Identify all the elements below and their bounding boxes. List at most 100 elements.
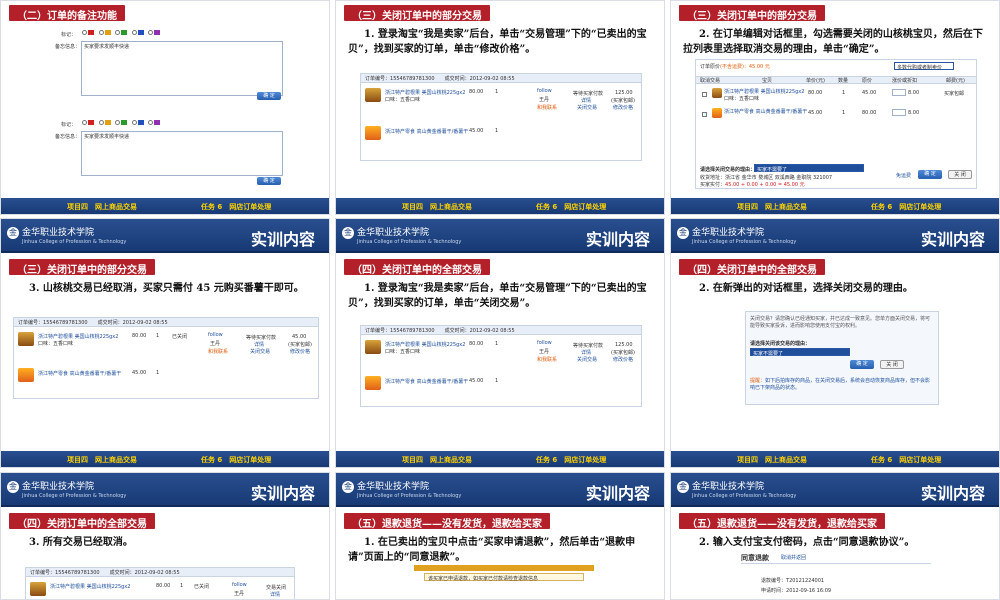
slide-header: 金金华职业技术学院 Jinhua College of Profession & … (671, 473, 999, 507)
item-qty-2: 1 (842, 110, 846, 116)
edit-price-link[interactable]: 修改价格 (613, 356, 633, 363)
step-text: 1. 登录淘宝“我是卖家”后台，单击“交易管理”下的“已卖出的宝贝”，找到买家的… (348, 29, 647, 55)
product-image-2 (18, 368, 34, 382)
close-button[interactable]: 关 闭 (880, 360, 904, 369)
close-trade-link[interactable]: 关闭交易 (250, 348, 270, 355)
step-text: 3. 所有交易已经取消。 (29, 537, 133, 548)
item-total: 45.00 (862, 90, 877, 96)
item-sub: 口味：五香口味 (385, 97, 421, 103)
reason-label: 请选择关闭该交易的理由： (750, 341, 811, 347)
header-title: 实训内容 (585, 484, 650, 503)
section-title: （二）订单的备注功能 (9, 5, 125, 22)
ok-button[interactable]: 确 定 (918, 170, 942, 179)
order-status: 等待买家付款 (573, 343, 604, 349)
slide-footer: 项目四 网上商品交易 任务 6 网店订单处理 (671, 451, 999, 467)
seller-follow[interactable]: follow (537, 88, 552, 94)
item-price-2: 45.00 (469, 378, 484, 384)
close-button[interactable]: 关 闭 (948, 170, 972, 179)
order-total: 45.00 (292, 334, 307, 340)
hint-text: 提醒：如下后拍库存的商品，在关闭交易后，系统会自动恢复商品库存，但不会影响已下架… (750, 378, 931, 391)
cancel-checkbox[interactable] (702, 92, 707, 97)
product-image-2 (365, 376, 381, 390)
cancel-checkbox-checked[interactable] (702, 112, 707, 117)
reason-select[interactable]: 买家不需要了 (754, 164, 864, 173)
college-logo: 金金华职业技术学院 Jinhua College of Profession & … (677, 481, 797, 499)
save-button[interactable]: 确 定 (257, 92, 281, 100)
order-header: 订单编号：15546789781300 成交时间：2012-09-02 08:5… (14, 318, 318, 327)
step-text: 2. 在新弹出的对话框里，选择关闭交易的理由。 (699, 283, 913, 294)
item-name-2[interactable]: 浙江特产零食 高山黄金番薯干/番薯干 (385, 128, 468, 135)
item-name[interactable]: 浙江特产碧根果 美国山核桃225gx2 (50, 583, 130, 590)
table-header: 取消交易 宝贝 单价(元) 数量 原价 涨价或折扣 邮费(元) (696, 76, 976, 84)
college-logo: 金金华职业技术学院 Jinhua College of Profession & … (7, 481, 127, 499)
header-title: 实训内容 (920, 230, 985, 249)
shipping-note: (买家包邮) (611, 350, 635, 356)
item-price: 80.00 (156, 583, 171, 589)
step-text: 1. 在已卖出的宝贝中点击“买家申请退款”，然后单击“退款申请”页面上的“同意退… (348, 537, 636, 563)
seller-name: 王丹 (234, 591, 245, 597)
flag-options-2[interactable] (81, 120, 162, 126)
refund-notice: 该买家已申请退款，如买家已付款请检查退款信息 (414, 565, 594, 599)
seller-follow[interactable]: follow (232, 582, 247, 588)
slide-header: 金金华职业技术学院 Jinhua College of Profession & … (336, 473, 664, 507)
free-shipping-link[interactable]: 免运费 (896, 172, 911, 179)
note-textarea[interactable]: 买家要求发顺丰快递 (81, 41, 283, 96)
discount-value: 8.00 (908, 90, 920, 96)
detail-link[interactable]: 详情 (270, 591, 280, 598)
slide-grid: （二）订单的备注功能 标记： 备忘信息： 买家要求发顺丰快递 确 定 标记： 备 (0, 0, 1000, 600)
note-textarea-2[interactable]: 买家要求发顺丰快递 (81, 131, 283, 176)
step-text: 2. 输入支付宝支付密码，点击“同意退款协议”。 (699, 537, 915, 548)
flag-options[interactable] (81, 30, 162, 36)
detail-link[interactable]: 详情 (581, 349, 591, 356)
refund-no: 退款编号：T20121224001 (761, 578, 825, 584)
item-sub: 口味：五香口味 (385, 349, 421, 355)
slide-close-all-1: 金金华职业技术学院 Jinhua College of Profession & … (335, 218, 665, 468)
college-logo: 金金华职业技术学院 Jinhua College of Profession & … (342, 227, 462, 245)
item-name[interactable]: 浙江特产碧根果 美国山核桃225gx2 (385, 341, 465, 348)
step-text: 1. 登录淘宝“我是卖家”后台，单击“交易管理”下的“已卖出的宝贝”，找到买家的… (348, 283, 647, 309)
product-image-2 (712, 108, 722, 118)
item-name[interactable]: 浙江特产碧根果 美国山核桃225gx2 (38, 333, 118, 340)
seller-name: 王丹 (539, 97, 550, 103)
refund-title: 同意退款 (741, 554, 769, 562)
contact-button[interactable]: 和我联系 (208, 348, 228, 355)
seller-follow[interactable]: follow (537, 340, 552, 346)
reason-select[interactable]: 买家不需要了 (750, 348, 850, 357)
ok-button[interactable]: 确 定 (850, 360, 874, 369)
slide-header: 金金华职业技术学院 Jinhua College of Profession & … (671, 219, 999, 253)
contact-button[interactable]: 和我联系 (537, 104, 557, 111)
item-qty: 1 (842, 90, 846, 96)
close-trade-link[interactable]: 关闭交易 (577, 356, 597, 363)
discount-input-2[interactable] (892, 109, 906, 116)
item-name-2[interactable]: 浙江特产零食 高山黄金番薯干/番薯干 (385, 378, 468, 385)
close-trade-link[interactable]: 关闭交易 (577, 104, 597, 111)
item-price-2: 45.00 (132, 370, 147, 376)
item-name[interactable]: 浙江特产碧根果 美国山核桃225gx2 (385, 89, 465, 96)
contact-button[interactable]: 和我联系 (537, 356, 557, 363)
reason-select-top[interactable]: 多数代购或者制卖价 (894, 62, 954, 71)
note-label: 备忘信息： (55, 44, 81, 50)
detail-link[interactable]: 详情 (254, 341, 264, 348)
item-name-2[interactable]: 浙江特产零食 高山黄金番薯干/番薯干 (38, 370, 121, 377)
discount-input[interactable] (892, 89, 906, 96)
edit-price-link[interactable]: 修改价格 (613, 104, 633, 111)
item-sub: 口味：五香口味 (724, 96, 760, 102)
item-name: 浙江特产碧根果 美国山核桃225gx2 (724, 89, 805, 95)
save-button-2[interactable]: 确 定 (257, 177, 281, 185)
item-closed: 已关闭 (194, 584, 210, 590)
note-label-2: 备忘信息： (55, 134, 81, 140)
edit-price-link[interactable]: 修改价格 (290, 348, 310, 355)
section-title: （三）关闭订单中的部分交易 (9, 259, 155, 276)
product-image (712, 88, 722, 98)
item-qty: 1 (156, 333, 160, 339)
reason-label: 请选择关闭交易的理由： (700, 167, 756, 173)
section-title: （四）关闭订单中的全部交易 (344, 259, 490, 276)
seller-follow[interactable]: follow (208, 332, 223, 338)
cancel-back-link[interactable]: 取消并返回 (781, 554, 806, 561)
slide-close-partial-2: （三）关闭订单中的部分交易 2. 在订单编辑对话框里，勾选需要关闭的山核桃宝贝，… (670, 0, 1000, 215)
refund-banner: 该买家已申请退款，如买家已付款请检查退款信息 (424, 573, 584, 582)
section-title: （五）退款退货——没有发货，退款给买家 (344, 513, 550, 530)
detail-link[interactable]: 详情 (581, 97, 591, 104)
notice-bar (414, 565, 594, 571)
slide-close-all-2: 金金华职业技术学院 Jinhua College of Profession & … (670, 218, 1000, 468)
